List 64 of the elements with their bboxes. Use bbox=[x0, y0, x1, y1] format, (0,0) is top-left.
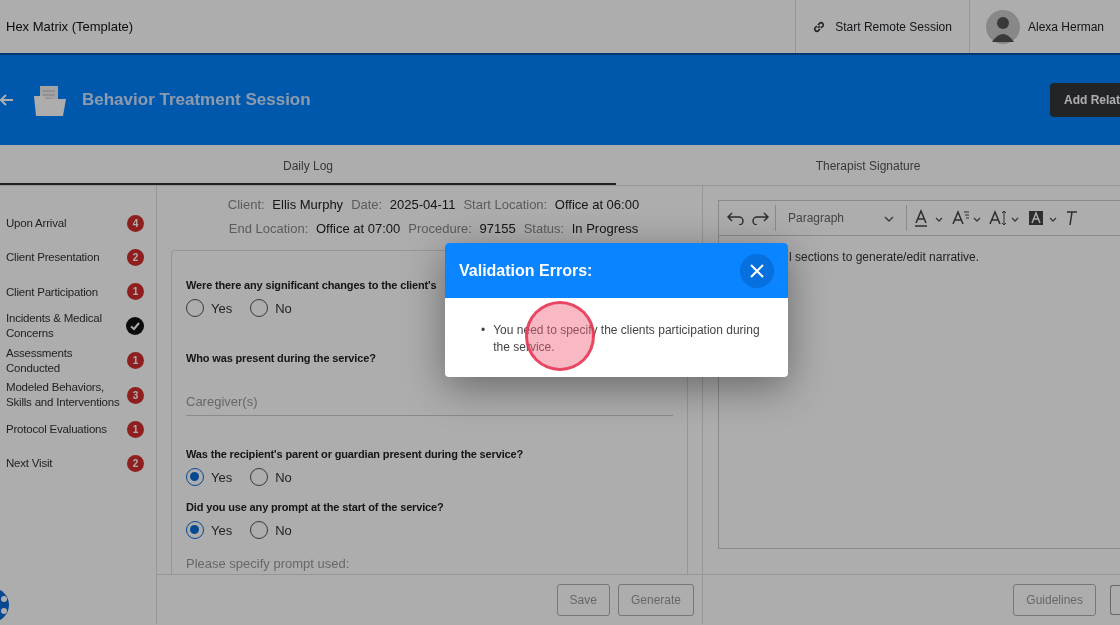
app-title: Hex Matrix (Template) bbox=[5, 17, 135, 36]
tab[interactable]: Daily Log bbox=[0, 145, 616, 185]
radio-option[interactable]: No bbox=[250, 520, 292, 540]
button[interactable] bbox=[1110, 584, 1120, 615]
question-label: Did you use any prompt at the start of the service? bbox=[186, 500, 444, 515]
back-arrow-icon[interactable] bbox=[0, 94, 14, 106]
field-value: Ellis Murphy bbox=[272, 197, 344, 212]
count-badge: 1 bbox=[127, 352, 144, 370]
page-title: Behavior Treatment Session bbox=[82, 89, 312, 112]
start-remote-session-link[interactable]: Start Remote Session bbox=[834, 16, 953, 37]
question-label: Were there any significant changes to the client's bbox=[186, 278, 437, 293]
field-value: Office at 06:00 bbox=[554, 197, 640, 212]
count-badge: 4 bbox=[127, 214, 144, 232]
user-name: Alexa Herman bbox=[1027, 18, 1104, 36]
radio-option[interactable]: Yes bbox=[186, 520, 233, 540]
field-label: Client: bbox=[227, 197, 265, 212]
field-value: 97155 bbox=[479, 221, 516, 236]
check-circle-icon bbox=[126, 317, 144, 336]
question-label: Who was present during the service? bbox=[186, 351, 376, 366]
font-size-icon[interactable] bbox=[989, 208, 1021, 228]
link-icon[interactable] bbox=[812, 19, 827, 34]
highlight-color-icon[interactable] bbox=[1027, 208, 1059, 228]
clear-format-icon[interactable] bbox=[1065, 208, 1077, 228]
modal-title: Validation Errors: bbox=[459, 260, 593, 281]
radio-option[interactable]: No bbox=[250, 298, 292, 318]
field-label: Start Location: bbox=[463, 197, 548, 212]
close-button[interactable] bbox=[740, 253, 774, 288]
count-badge: 2 bbox=[127, 455, 144, 473]
count-badge: 1 bbox=[127, 283, 144, 301]
sidebar-item[interactable]: Modeled Behaviors, Skills and Interventions 3 bbox=[0, 377, 156, 413]
narrative-text: l sections to generate/edit narrative. bbox=[789, 250, 980, 264]
count-badge: 3 bbox=[127, 386, 144, 404]
text-field[interactable]: Caregiver(s) bbox=[186, 387, 673, 416]
field-label: Date: bbox=[351, 197, 383, 212]
avatar-icon[interactable] bbox=[985, 9, 1020, 44]
sidebar-item[interactable]: Protocol Evaluations 1 bbox=[0, 412, 156, 447]
radio-option[interactable]: Yes bbox=[186, 467, 233, 487]
question-label: Was the recipient's parent or guardian present during the service? bbox=[186, 447, 524, 462]
tab[interactable]: Therapist Signature bbox=[616, 145, 1120, 185]
field-value: In Progress bbox=[571, 221, 639, 236]
font-color-icon[interactable] bbox=[913, 208, 945, 228]
radio-option[interactable]: No bbox=[250, 467, 292, 487]
field-value: 2025-04-11 bbox=[389, 197, 456, 212]
radio-option[interactable]: Yes bbox=[186, 298, 233, 318]
text-field[interactable]: Please specify prompt used: bbox=[186, 550, 673, 575]
field-label: Status: bbox=[523, 221, 565, 236]
undo-icon[interactable] bbox=[727, 211, 745, 225]
add-button[interactable]: Add Relat bbox=[1050, 83, 1120, 117]
redo-icon[interactable] bbox=[751, 211, 769, 225]
bullet: • bbox=[481, 322, 486, 339]
count-badge: 2 bbox=[127, 249, 144, 267]
sidebar-item[interactable]: Client Presentation 2 bbox=[0, 240, 156, 275]
sidebar-item[interactable]: Next Visit 2 bbox=[0, 446, 156, 482]
sidebar-item[interactable]: Assessments Conducted 1 bbox=[0, 343, 156, 378]
field-value: Office at 07:00 bbox=[315, 221, 401, 236]
field-label: Procedure: bbox=[408, 221, 472, 236]
sidebar-item[interactable]: Incidents & Medical Concerns bbox=[0, 309, 156, 344]
sidebar-item[interactable]: Client Participation 1 bbox=[0, 274, 156, 310]
count-badge: 1 bbox=[127, 421, 144, 439]
caret-icon bbox=[884, 215, 894, 222]
close-icon bbox=[750, 263, 764, 278]
block-format-dropdown[interactable]: Paragraph bbox=[782, 209, 900, 227]
sidebar-item[interactable]: Upon Arrival 4 bbox=[0, 206, 156, 241]
field-label: End Location: bbox=[228, 221, 309, 236]
